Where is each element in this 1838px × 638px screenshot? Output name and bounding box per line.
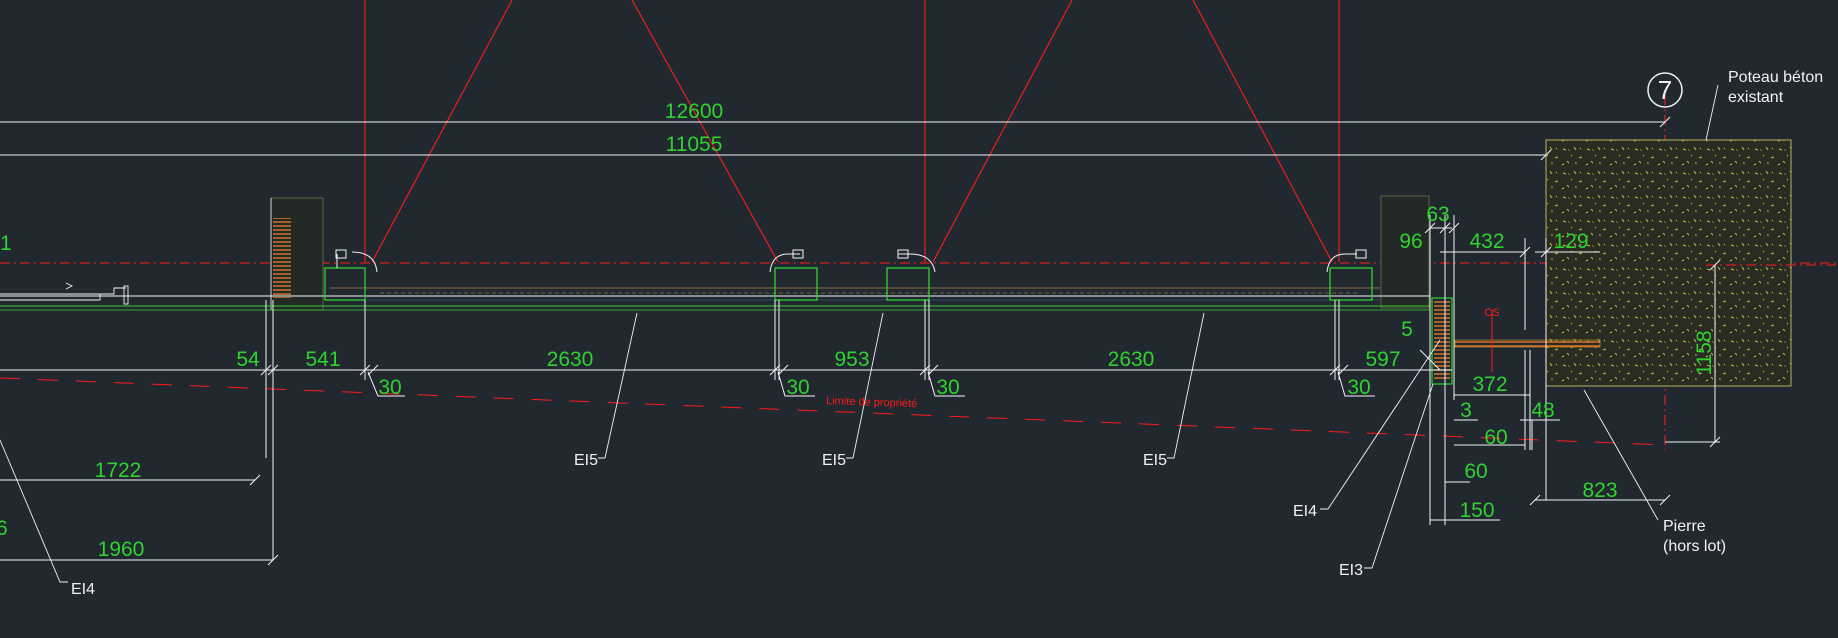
dim-30-b: 30 [786,376,809,399]
dim-5: 5 [1401,318,1413,341]
tag-ei4-right: EI4 [1293,503,1317,520]
dim-edge-1: 1 [0,232,12,255]
slab [0,287,1430,311]
dim-edge-6: 6 [0,517,8,540]
dim-48: 48 [1531,399,1554,422]
dim-1960: 1960 [98,538,145,561]
dim-129: 129 [1553,230,1588,253]
tag-ei5-b: EI5 [822,452,846,469]
dim-541: 541 [305,348,340,371]
dim-3: 3 [1460,399,1472,422]
dim-60-b: 60 [1464,460,1487,483]
dim-60-a: 60 [1484,426,1507,449]
label-poteau-line2: existant [1728,89,1784,106]
dim-54: 54 [236,348,260,371]
dim-597: 597 [1365,348,1400,371]
dim-30-d: 30 [1347,376,1370,399]
dim-1722: 1722 [95,459,142,482]
dim-total-inner: 11055 [666,133,723,156]
dim-823: 823 [1582,479,1617,502]
tag-ei5-a: EI5 [574,452,598,469]
dim-432: 432 [1469,230,1504,253]
cs-marker: CS [1484,307,1500,372]
tag-ei3: EI3 [1339,562,1363,579]
dimension-texts: 12600 11055 63 96 432 129 5 54 541 2630 … [0,100,1716,561]
concrete-column [1545,139,1792,387]
dim-953: 953 [834,348,869,371]
left-flashing [0,282,129,305]
dim-2630-b: 2630 [1108,348,1155,371]
label-limite-propriete: Limite de propriété [826,395,917,410]
cad-drawing: 7 CS 12600 11055 63 96 432 129 5 54 541 … [0,0,1838,598]
dim-96: 96 [1399,230,1422,253]
tag-ei4-left: EI4 [71,581,95,598]
label-pierre-line1: Pierre [1663,518,1706,535]
label-pierre-line2: (hors lot) [1663,538,1726,555]
grid-marker-label: 7 [1658,75,1672,105]
cs-label: CS [1484,307,1499,319]
dim-150: 150 [1459,499,1494,522]
dim-total-outer: 12600 [665,100,723,123]
left-wall [270,197,324,311]
dim-2630-a: 2630 [547,348,594,371]
dim-30-c: 30 [936,376,959,399]
dim-30-a: 30 [378,376,401,399]
label-poteau-line1: Poteau béton [1728,69,1823,86]
dim-63: 63 [1426,203,1449,226]
gutter-profiles [324,249,1373,301]
tag-ei5-c: EI5 [1143,452,1167,469]
dim-1158: 1158 [1693,330,1716,375]
dim-372: 372 [1472,373,1507,396]
truss-lines [364,0,1340,263]
grid-marker: 7 [1647,72,1683,108]
